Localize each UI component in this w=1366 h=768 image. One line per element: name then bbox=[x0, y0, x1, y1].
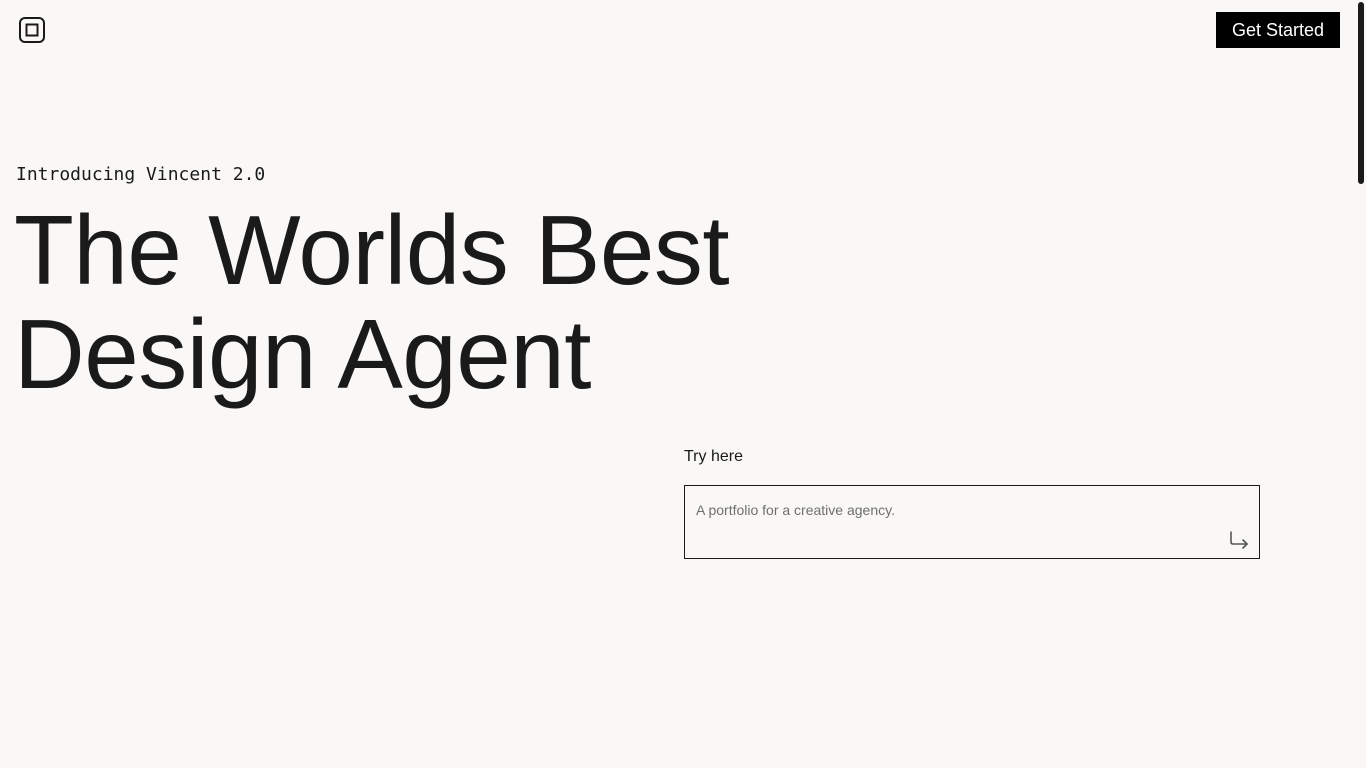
prompt-box bbox=[684, 485, 1260, 559]
prompt-input[interactable] bbox=[685, 486, 1259, 558]
hero-headline-line-2: Design Agent bbox=[14, 299, 591, 409]
landing-page: Get Started Introducing Vincent 2.0 The … bbox=[0, 0, 1366, 768]
enter-return-icon[interactable] bbox=[1228, 529, 1250, 551]
square-logo-icon[interactable] bbox=[18, 16, 46, 44]
try-here-label: Try here bbox=[684, 448, 743, 465]
get-started-button[interactable]: Get Started bbox=[1216, 12, 1340, 48]
hero-headline: The Worlds Best Design Agent bbox=[14, 198, 914, 406]
scrollbar-thumb[interactable] bbox=[1358, 2, 1364, 184]
hero-headline-line-1: The Worlds Best bbox=[14, 195, 730, 305]
intro-eyebrow: Introducing Vincent 2.0 bbox=[16, 164, 266, 185]
